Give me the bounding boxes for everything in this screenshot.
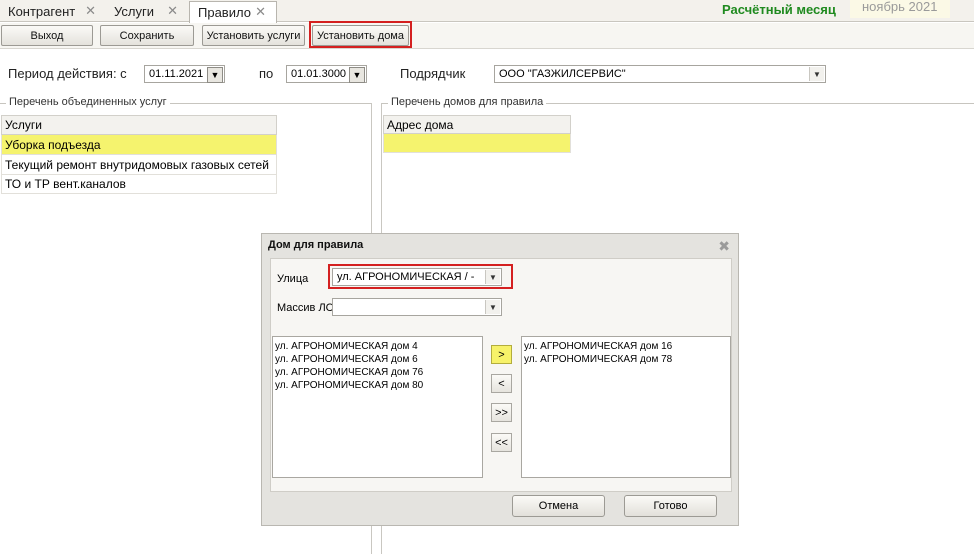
services-column-header[interactable]: Услуги <box>1 115 277 135</box>
available-houses-list[interactable]: ул. АГРОНОМИЧЕСКАЯ дом 4 ул. АГРОНОМИЧЕС… <box>272 336 483 478</box>
tab-label: Правило <box>198 5 251 20</box>
set-houses-button[interactable]: Установить дома <box>312 25 409 46</box>
date-to-value: 01.01.3000 <box>291 68 347 80</box>
close-icon[interactable]: ✕ <box>85 3 96 19</box>
dialog-title: Дом для правила <box>268 239 364 251</box>
contractor-label: Подрядчик <box>400 66 466 81</box>
close-icon[interactable]: ✖ <box>718 238 730 255</box>
tab-kontragent[interactable]: Контрагент ✕ <box>0 1 106 22</box>
calendar-dropdown-icon[interactable]: ▼ <box>349 67 365 83</box>
calendar-dropdown-icon[interactable]: ▼ <box>207 67 223 83</box>
contractor-select[interactable]: ООО "ГАЗЖИЛСЕРВИС" ▼ <box>494 65 826 83</box>
close-icon[interactable]: ✕ <box>255 4 266 20</box>
list-item[interactable]: ул. АГРОНОМИЧЕСКАЯ дом 80 <box>275 379 480 392</box>
period-label: Период действия: с <box>8 66 127 81</box>
list-item[interactable]: ул. АГРОНОМИЧЕСКАЯ дом 78 <box>524 353 728 366</box>
toolbar: Выход Сохранить Установить услуги Устано… <box>0 21 974 49</box>
list-item[interactable]: ул. АГРОНОМИЧЕСКАЯ дом 16 <box>524 340 728 353</box>
set-services-button[interactable]: Установить услуги <box>202 25 305 46</box>
tab-label: Контрагент <box>8 4 76 19</box>
list-item[interactable]: ул. АГРОНОМИЧЕСКАЯ дом 6 <box>275 353 480 366</box>
services-group-title: Перечень объединенных услуг <box>6 96 170 108</box>
chevron-down-icon[interactable]: ▼ <box>485 270 500 284</box>
houses-group-title: Перечень домов для правила <box>388 96 547 108</box>
move-right-button[interactable]: > <box>491 345 512 364</box>
street-select[interactable]: ул. АГРОНОМИЧЕСКАЯ / - ▼ <box>332 268 502 286</box>
street-value: ул. АГРОНОМИЧЕСКАЯ / - <box>337 271 475 283</box>
billing-month-value: ноябрь 2021 <box>850 0 950 18</box>
table-row[interactable] <box>383 134 571 153</box>
tab-pravilo[interactable]: Правило ✕ <box>189 1 277 23</box>
tab-uslugi[interactable]: Услуги ✕ <box>106 1 188 22</box>
list-item[interactable]: ул. АГРОНОМИЧЕСКАЯ дом 4 <box>275 340 480 353</box>
list-item[interactable]: ул. АГРОНОМИЧЕСКАЯ дом 76 <box>275 366 480 379</box>
chevron-down-icon[interactable]: ▼ <box>809 67 824 81</box>
tab-label: Услуги <box>114 4 154 19</box>
massiv-select[interactable]: ▼ <box>332 298 502 316</box>
tab-bar: Контрагент ✕ Услуги ✕ Правило ✕ Расчётны… <box>0 0 974 23</box>
massiv-label: Массив ЛС <box>277 302 334 314</box>
move-all-right-button[interactable]: >> <box>491 403 512 422</box>
selected-houses-list[interactable]: ул. АГРОНОМИЧЕСКАЯ дом 16 ул. АГРОНОМИЧЕ… <box>521 336 731 478</box>
street-label: Улица <box>277 273 309 285</box>
exit-button[interactable]: Выход <box>1 25 93 46</box>
done-button[interactable]: Готово <box>624 495 717 517</box>
move-left-button[interactable]: < <box>491 374 512 393</box>
date-from-value: 01.11.2021 <box>149 68 204 80</box>
close-icon[interactable]: ✕ <box>167 3 178 19</box>
cancel-button[interactable]: Отмена <box>512 495 605 517</box>
table-row[interactable]: ТО и ТР вент.каналов <box>1 175 277 194</box>
contractor-value: ООО "ГАЗЖИЛСЕРВИС" <box>499 68 626 80</box>
table-row[interactable]: Текущий ремонт внутридомовых газовых сет… <box>1 155 277 175</box>
chevron-down-icon[interactable]: ▼ <box>485 300 500 314</box>
dialog-body: Улица ул. АГРОНОМИЧЕСКАЯ / - ▼ Массив ЛС… <box>270 258 732 492</box>
services-group: Перечень объединенных услуг <box>0 96 372 108</box>
billing-month-label: Расчётный месяц <box>722 2 836 17</box>
houses-group: Перечень домов для правила <box>382 96 974 108</box>
date-to-field[interactable]: 01.01.3000 ▼ <box>286 65 367 83</box>
house-rule-dialog: Дом для правила ✖ Улица ул. АГРОНОМИЧЕСК… <box>261 233 739 526</box>
house-address-column-header[interactable]: Адрес дома <box>383 115 571 134</box>
date-from-field[interactable]: 01.11.2021 ▼ <box>144 65 225 83</box>
move-all-left-button[interactable]: << <box>491 433 512 452</box>
save-button[interactable]: Сохранить <box>100 25 194 46</box>
table-row[interactable]: Уборка подъезда <box>1 135 277 155</box>
to-label: по <box>259 66 274 81</box>
